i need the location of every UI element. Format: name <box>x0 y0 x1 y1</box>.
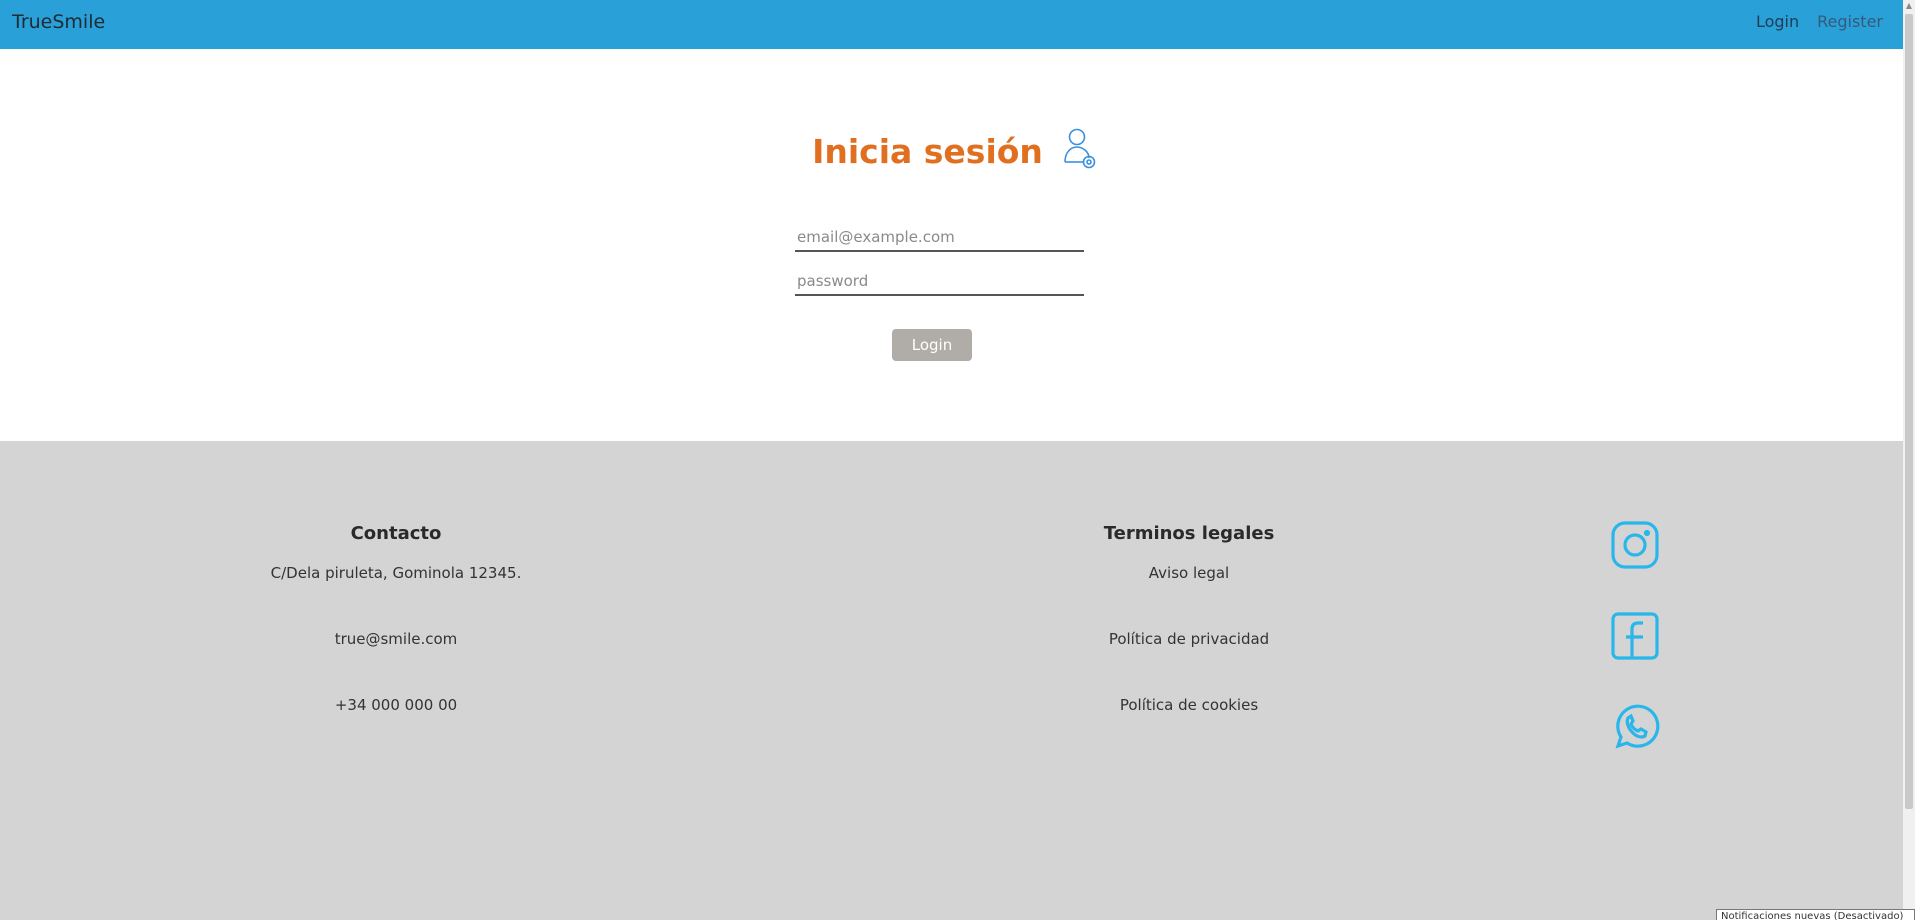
legal-title: Terminos legales <box>1103 523 1275 544</box>
scroll-thumb[interactable] <box>1905 14 1913 809</box>
user-key-icon <box>1063 128 1099 174</box>
contact-phone: +34 000 000 00 <box>334 696 458 714</box>
vertical-scrollbar[interactable]: ▲ ▼ <box>1903 0 1915 920</box>
contact-address: C/Dela piruleta, Gominola 12345. <box>270 564 522 582</box>
contact-section: Contacto C/Dela piruleta, Gominola 12345… <box>246 523 546 762</box>
scroll-up-icon[interactable]: ▲ <box>1904 1 1914 11</box>
nav-links: Login Register <box>1756 12 1883 31</box>
privacy-policy-link[interactable]: Política de privacidad <box>1039 630 1339 696</box>
footer: Contacto C/Dela piruleta, Gominola 12345… <box>0 441 1903 920</box>
top-navbar: TrueSmile Login Register <box>0 0 1903 49</box>
login-header: Inicia sesión <box>0 128 1903 174</box>
password-field[interactable] <box>795 266 1084 296</box>
contact-email-link[interactable]: true@smile.com <box>246 630 546 696</box>
whatsapp-icon[interactable] <box>1610 702 1660 752</box>
contact-title: Contacto <box>350 523 442 544</box>
email-field[interactable] <box>795 222 1084 252</box>
nav-register-link[interactable]: Register <box>1817 12 1883 31</box>
nav-login-link[interactable]: Login <box>1756 12 1799 31</box>
notification-toast: Notificaciones nuevas (Desactivado) <box>1716 909 1915 920</box>
facebook-icon[interactable] <box>1610 611 1660 661</box>
legal-notice-link[interactable]: Aviso legal <box>1039 564 1339 630</box>
brand-link[interactable]: TrueSmile <box>12 11 105 33</box>
instagram-icon[interactable] <box>1610 520 1660 570</box>
login-title: Inicia sesión <box>812 131 1043 171</box>
cookie-policy-link[interactable]: Política de cookies <box>1039 696 1339 762</box>
page: TrueSmile Login Register Inicia sesión e… <box>0 0 1903 920</box>
legal-section: Terminos legales Aviso legal Política de… <box>1039 523 1339 762</box>
login-button[interactable]: Login <box>892 329 972 361</box>
